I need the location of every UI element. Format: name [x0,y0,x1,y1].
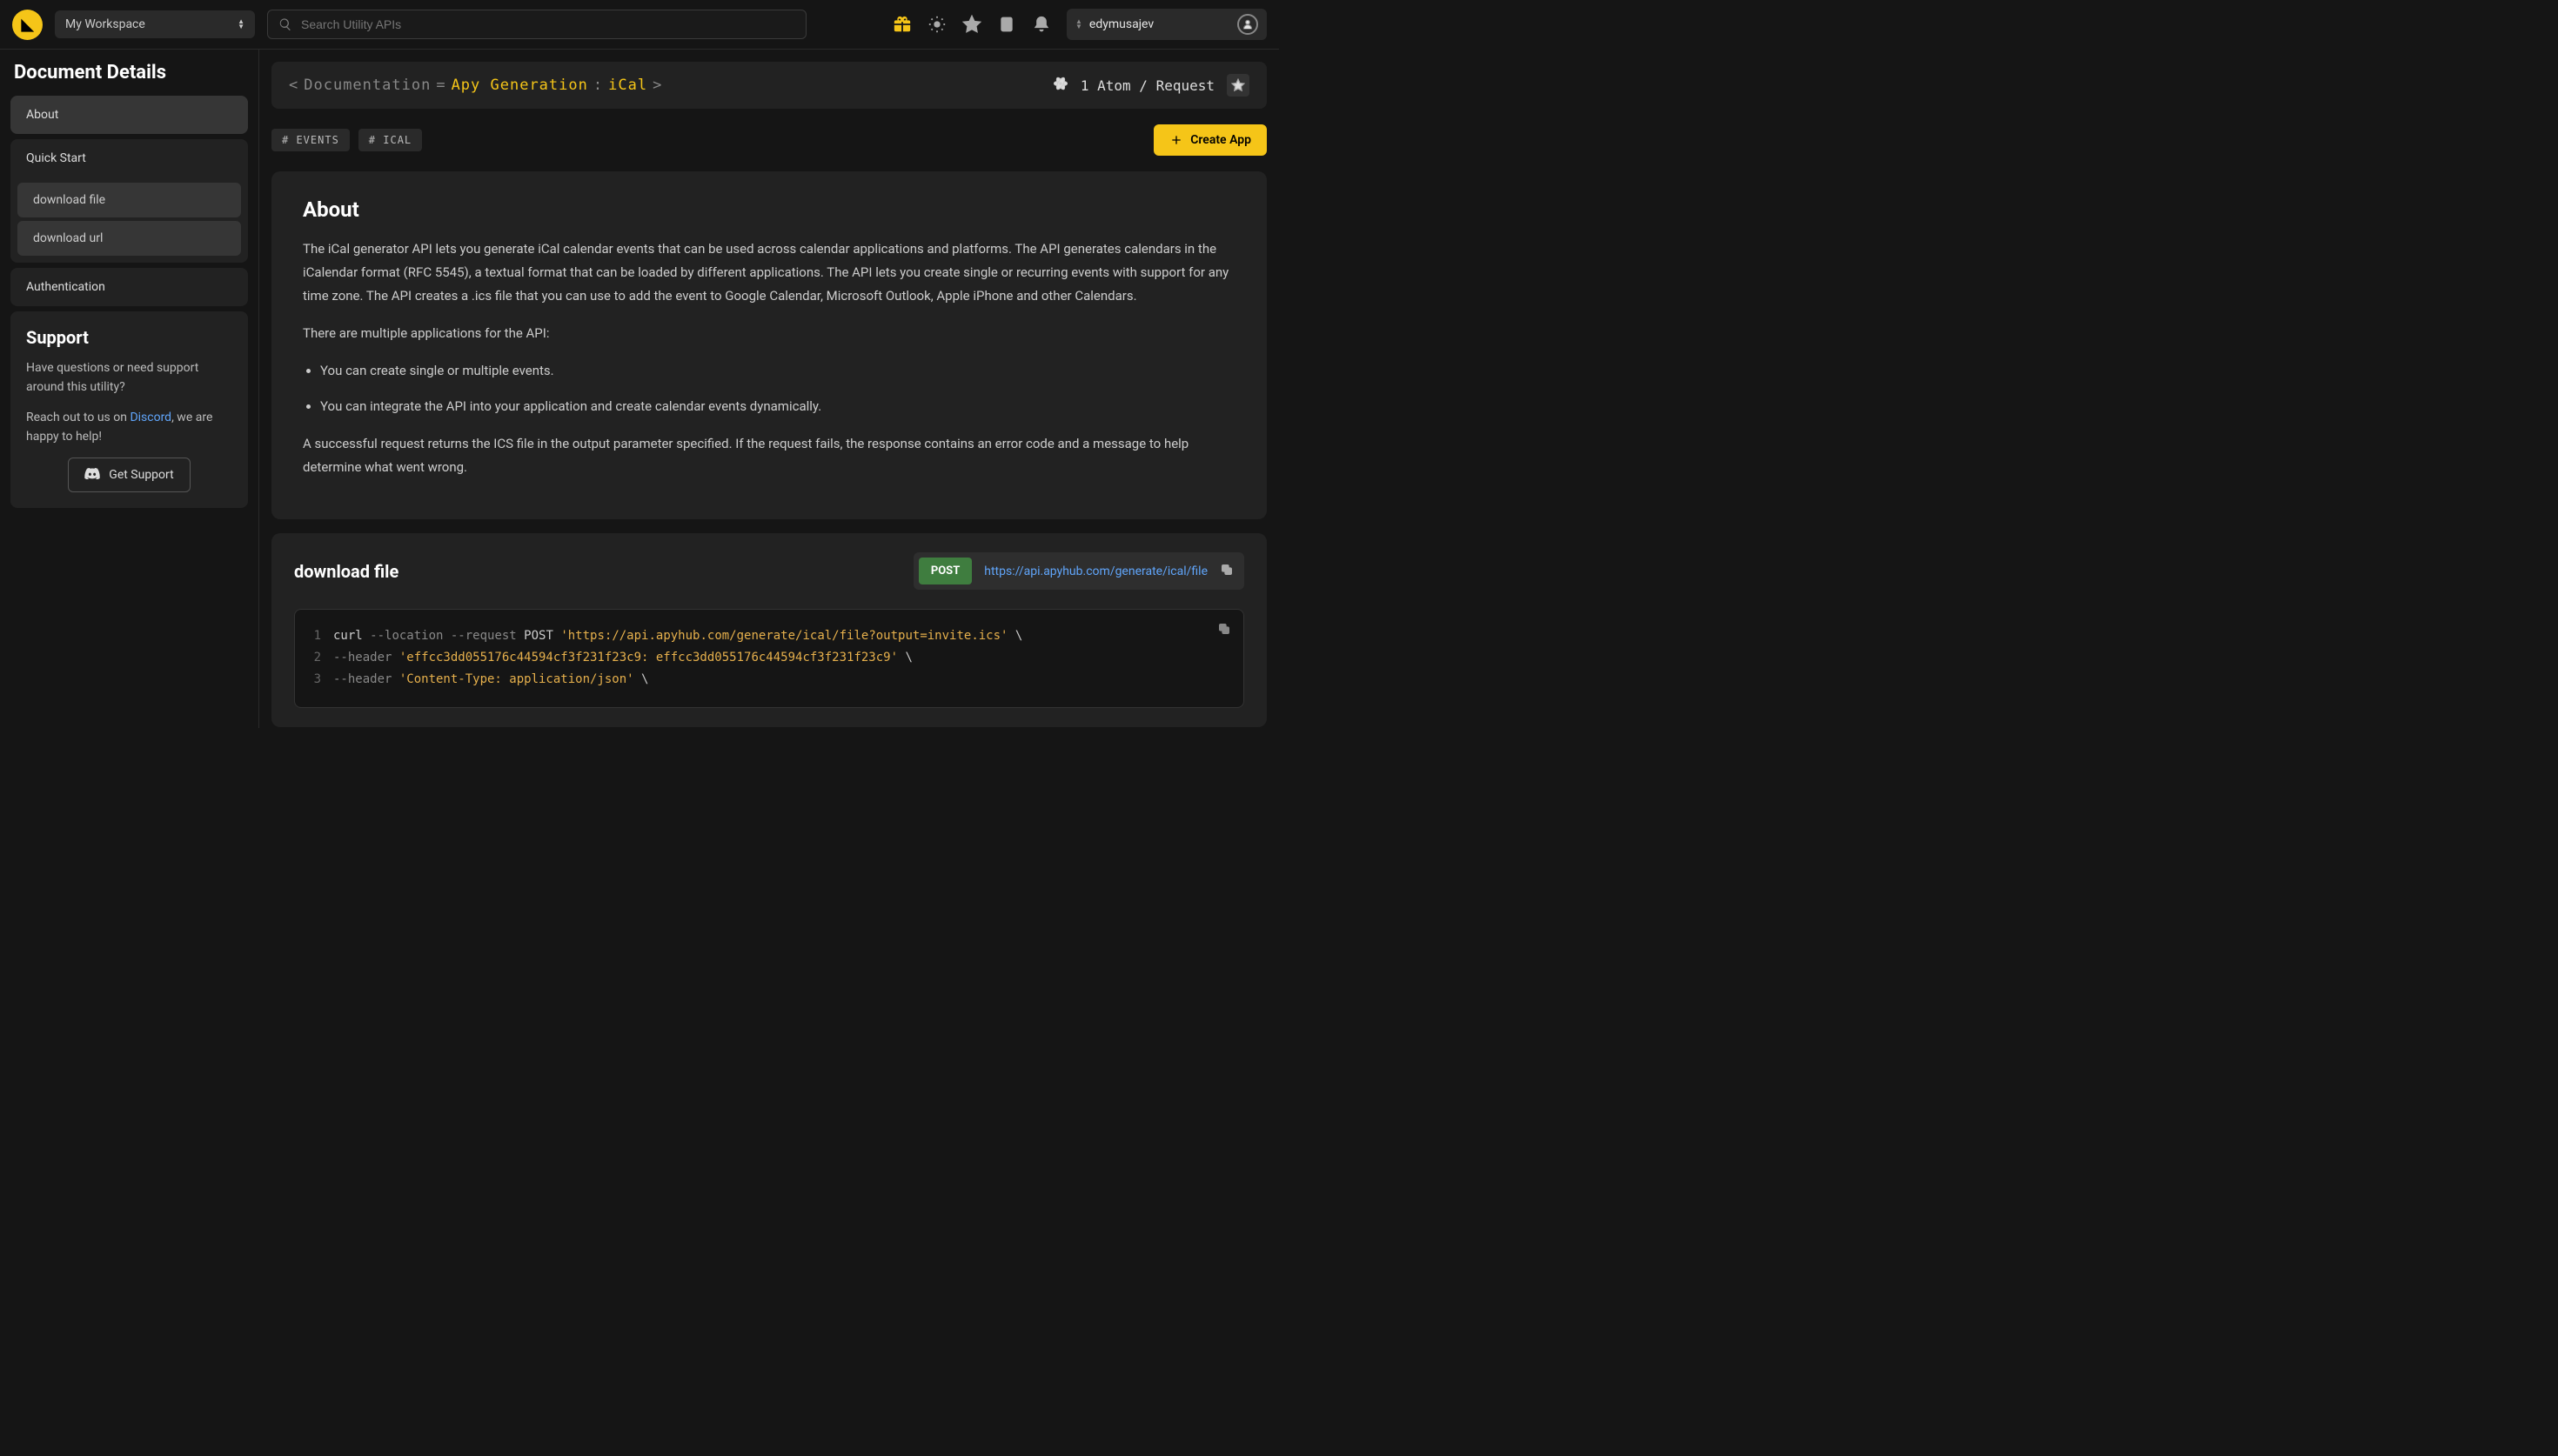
breadcrumb: <Documentation = Apy Generation : iCal> [289,77,662,94]
username: edymusajev [1089,17,1154,31]
tag-ical[interactable]: # ICAL [358,129,422,151]
nav-quick-start[interactable]: Quick Start [10,139,248,177]
tag-events[interactable]: # EVENTS [271,129,350,151]
bell-icon[interactable] [1032,15,1051,34]
endpoint-section: download file POST https://api.apyhub.co… [271,533,1267,727]
avatar-icon [1237,14,1258,35]
get-support-button[interactable]: Get Support [68,458,190,492]
about-p3: A successful request returns the ICS fil… [303,432,1235,479]
discord-link[interactable]: Discord [130,411,171,424]
plus-icon [1169,133,1183,147]
about-heading: About [303,197,1235,222]
nav-download-url[interactable]: download url [17,221,241,256]
logo[interactable]: ◣ [12,10,43,40]
copy-url-icon[interactable] [1220,563,1235,580]
endpoint-title: download file [294,561,398,582]
nav-download-file[interactable]: download file [17,183,241,217]
atom-icon [1053,76,1068,95]
about-li2: You can integrate the API into your appl… [320,395,1235,418]
search-box[interactable] [267,10,807,39]
user-menu[interactable]: ▲▼ edymusajev [1067,9,1267,40]
search-icon [278,17,292,31]
breadcrumb-bar: <Documentation = Apy Generation : iCal> … [271,62,1267,109]
support-text-1: Have questions or need support around th… [26,358,232,397]
atoms-text: 1 Atom / Request [1081,77,1215,94]
nav-authentication[interactable]: Authentication [10,268,248,306]
about-p1: The iCal generator API lets you generate… [303,237,1235,308]
workspace-selector[interactable]: My Workspace ▲▼ [55,10,255,38]
sidebar-title: Document Details [10,62,248,83]
endpoint-url[interactable]: https://api.apyhub.com/generate/ical/fil… [984,564,1208,578]
discord-icon [84,467,100,483]
search-input[interactable] [301,17,795,31]
chevron-up-down-icon: ▲▼ [238,19,244,30]
support-text-2: Reach out to us on Discord, we are happy… [26,408,232,447]
support-card: Support Have questions or need support a… [10,311,248,508]
sun-icon[interactable] [927,15,947,34]
about-li1: You can create single or multiple events… [320,359,1235,383]
nav-about[interactable]: About [10,96,248,134]
create-app-button[interactable]: Create App [1154,124,1267,156]
copy-code-icon[interactable] [1217,622,1231,639]
endpoint-pill: POST https://api.apyhub.com/generate/ica… [914,552,1244,590]
about-section: About The iCal generator API lets you ge… [271,171,1267,519]
chevron-up-down-icon: ▲▼ [1075,19,1082,30]
star-icon[interactable] [962,15,981,34]
workspace-name: My Workspace [65,17,145,31]
http-method: POST [919,558,972,584]
code-block: 1curl --location --request POST 'https:/… [294,609,1244,708]
clipboard-icon[interactable] [997,15,1016,34]
gift-icon[interactable] [893,15,912,34]
about-p2: There are multiple applications for the … [303,322,1235,345]
support-heading: Support [26,327,232,348]
favorite-button[interactable] [1227,74,1249,97]
